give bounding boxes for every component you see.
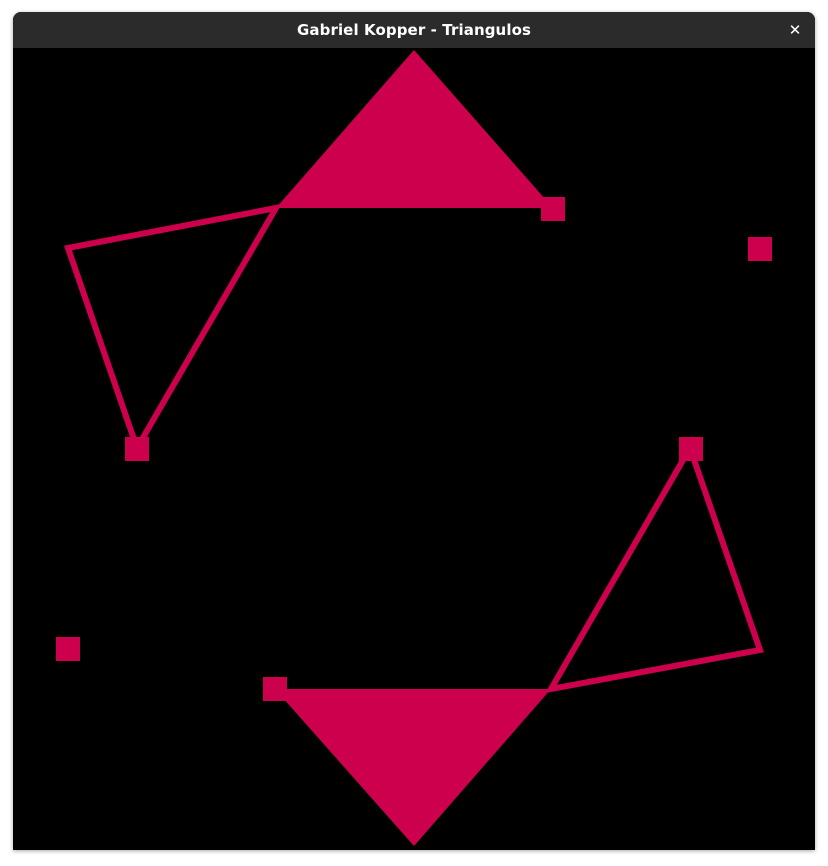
vertex-marker bbox=[263, 677, 287, 701]
close-icon[interactable]: ✕ bbox=[783, 18, 807, 42]
outlined-triangle-left bbox=[64, 203, 282, 456]
vertex-marker bbox=[125, 437, 149, 461]
vertex-marker bbox=[679, 437, 703, 461]
vertex-marker bbox=[748, 237, 772, 261]
window-title: Gabriel Kopper - Triangulos bbox=[296, 21, 532, 39]
canvas-svg bbox=[56, 50, 772, 846]
vertex-marker bbox=[56, 637, 80, 661]
outlined-triangle-right bbox=[545, 440, 764, 694]
title-bar[interactable]: Gabriel Kopper - Triangulos ✕ bbox=[13, 12, 815, 48]
filled-triangle-top bbox=[276, 50, 553, 208]
vertex-marker bbox=[541, 197, 565, 221]
app-window: Gabriel Kopper - Triangulos ✕ bbox=[13, 12, 815, 850]
drawing-canvas[interactable] bbox=[13, 48, 815, 850]
filled-triangle-bottom bbox=[275, 689, 551, 846]
